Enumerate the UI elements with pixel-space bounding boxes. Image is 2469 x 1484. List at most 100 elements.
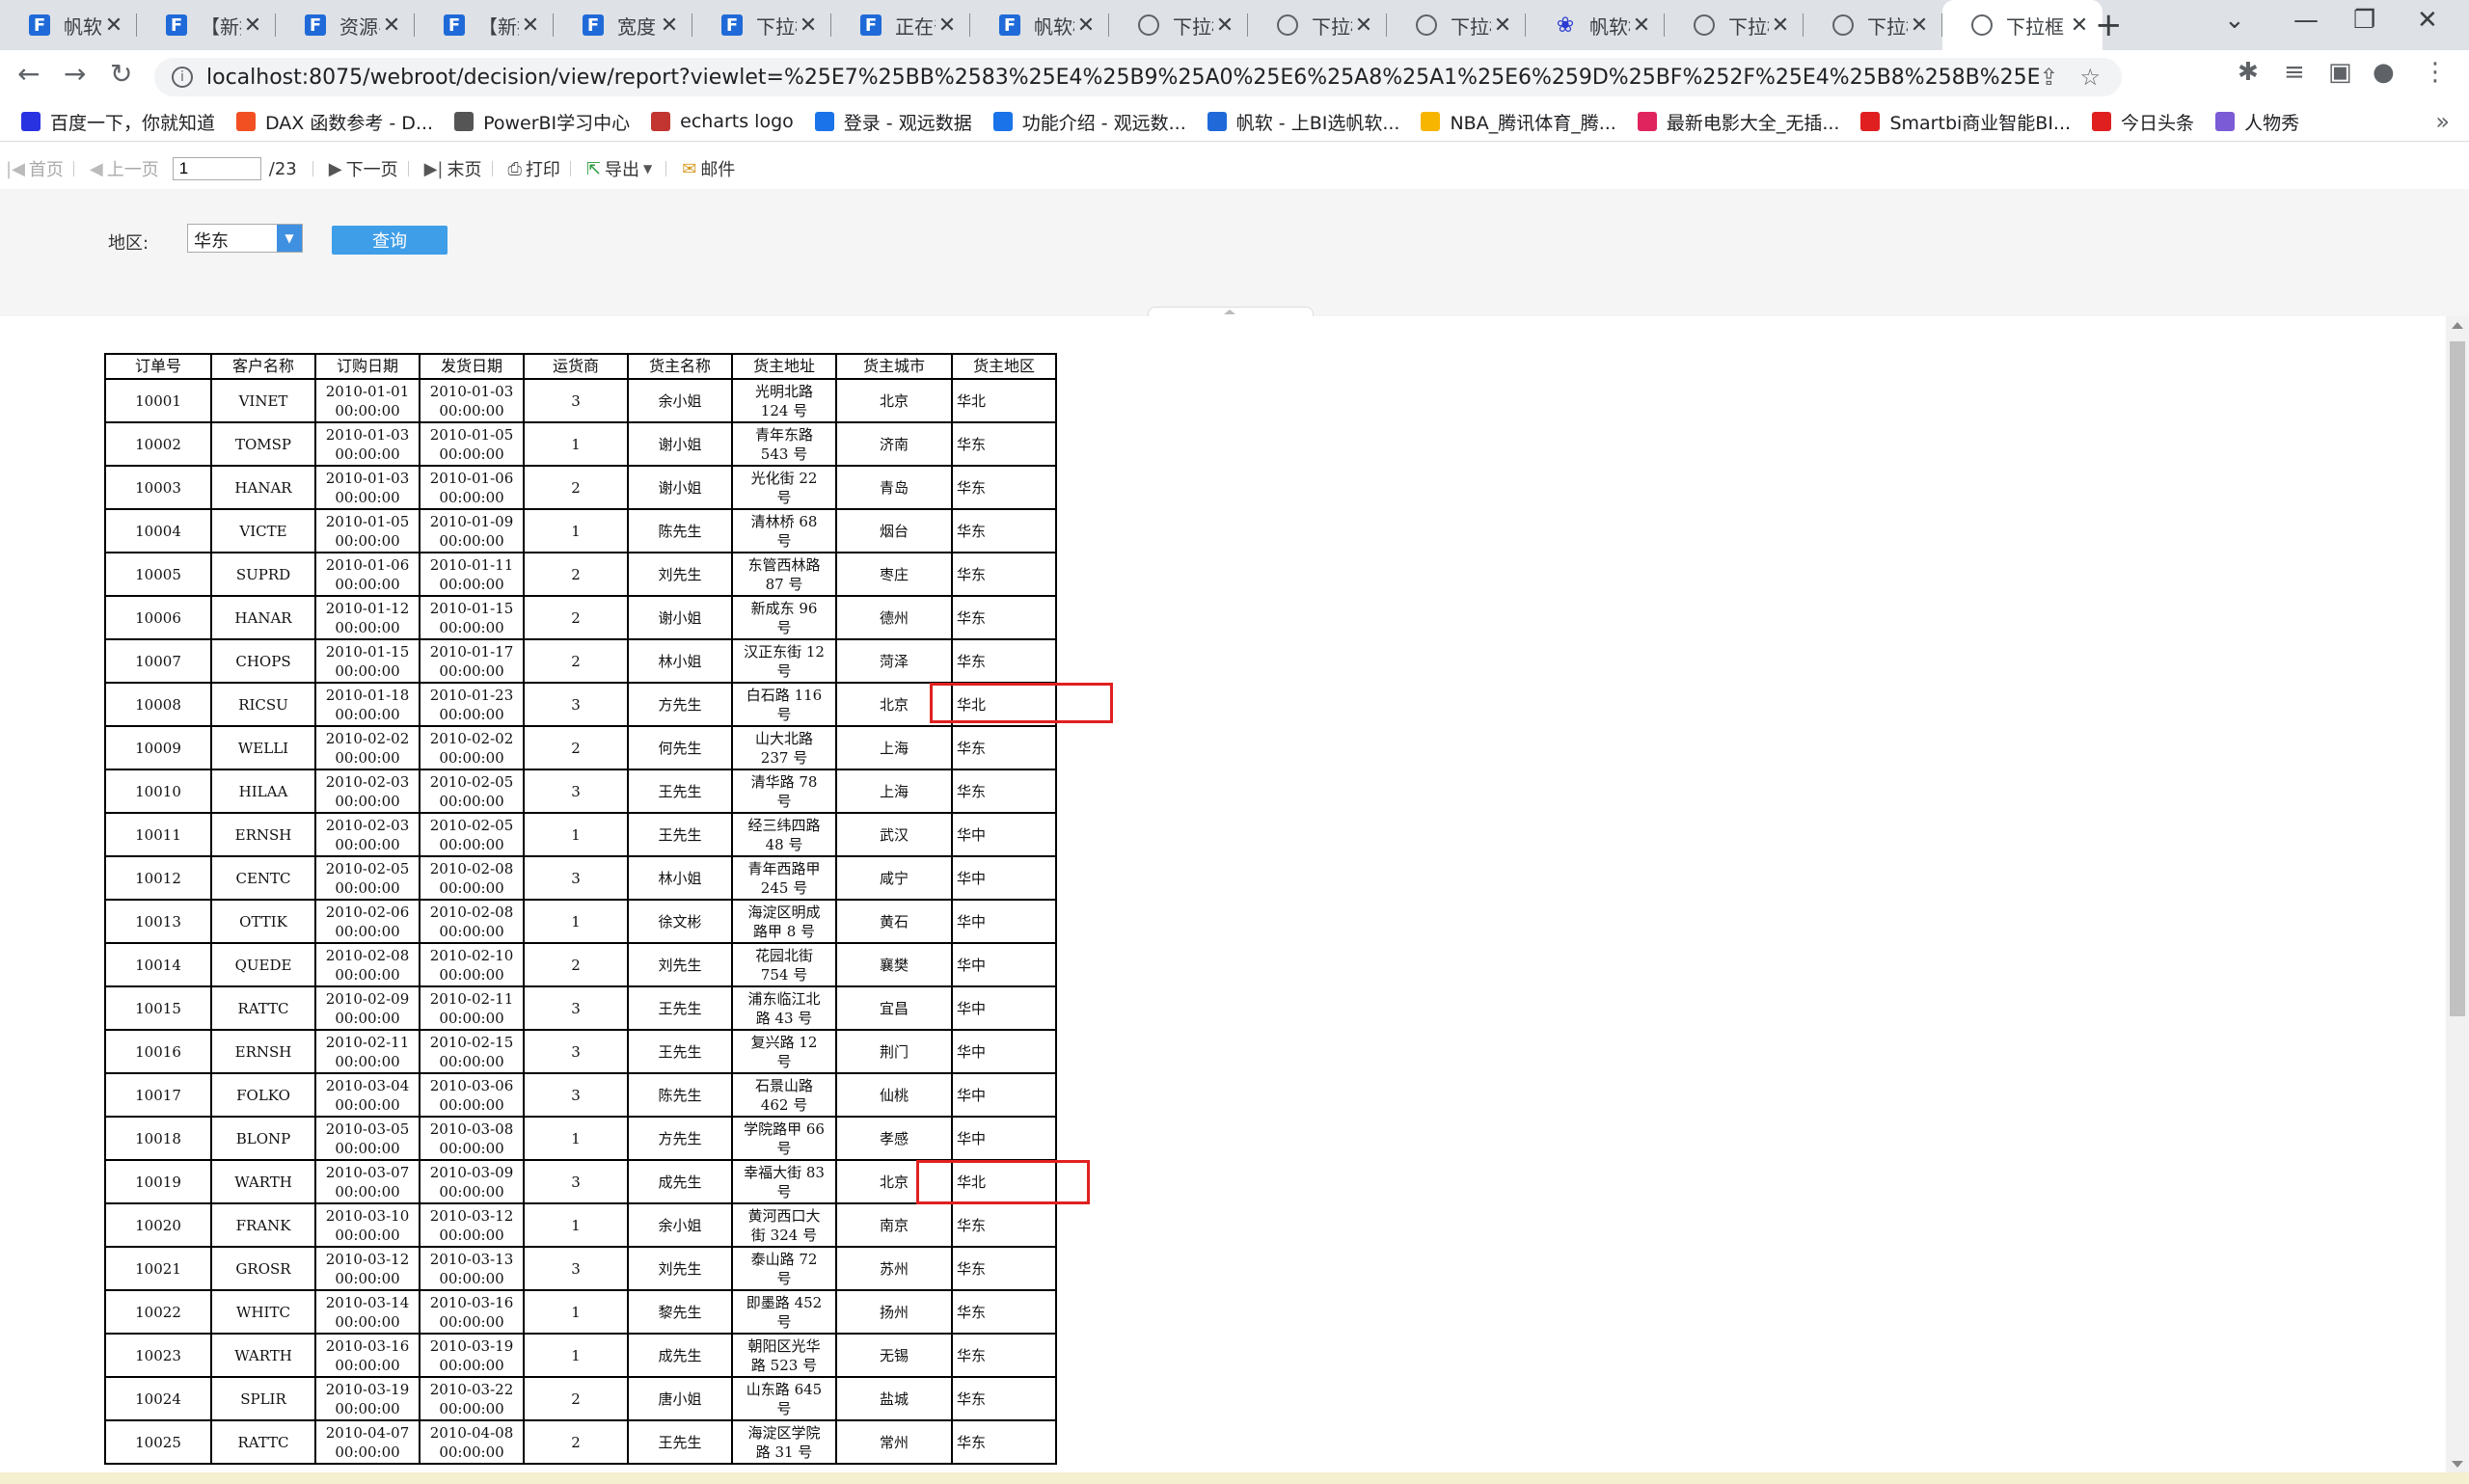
bookmark-item[interactable]: 帆软 - 上BI选帆软... [1207,109,1399,135]
close-tab-icon[interactable]: ✕ [658,13,681,38]
tab-4[interactable]: F 【新提✕ [415,0,554,50]
close-window-button[interactable]: ✕ [2417,6,2438,35]
tab-12[interactable]: ❀ 帆软框✕ [1526,0,1665,50]
cell-text: 咸宁 [879,869,909,887]
cell-text: 余小姐 [658,1216,702,1234]
close-tab-icon[interactable]: ✕ [102,13,125,38]
back-icon[interactable]: ← [17,58,40,90]
region-select[interactable]: 华东 ▼ [187,224,303,253]
close-tab-icon[interactable]: ✕ [1630,13,1653,38]
address-bar[interactable]: i localhost:8075/webroot/decision/view/r… [154,58,2122,96]
scroll-down-icon[interactable] [2452,1461,2463,1468]
tab-5[interactable]: F 宽度· ✕ [554,0,692,50]
tab-search-icon[interactable]: ⌄ [2224,6,2245,35]
close-tab-icon[interactable]: ✕ [797,13,820,38]
bookmark-item[interactable]: 最新电影大全_无插... [1637,109,1839,135]
cell-text: 华东 [957,435,987,453]
bookmark-item[interactable]: 今日头条 [2092,109,2194,135]
cell-text: 华东 [957,782,987,800]
mail-button[interactable]: ✉ 邮件 [682,156,735,181]
tab-1[interactable]: F 帆软 ✕ [0,0,137,50]
tab-6[interactable]: F 下拉框✕ [692,0,831,50]
close-tab-icon[interactable]: ✕ [1352,13,1375,38]
media-icon[interactable]: ≡ [2284,58,2305,87]
new-tab-button[interactable]: + [2095,6,2123,44]
cell-text: 10015 [135,999,181,1017]
page-total: /23 [268,158,297,179]
minimize-button[interactable]: — [2293,6,2319,35]
table-cell: 2010-01-23 00:00:00 [419,682,525,727]
close-tab-icon[interactable]: ✕ [1491,13,1514,38]
forward-icon[interactable]: → [64,58,86,90]
bookmarks-overflow-icon[interactable]: » [2435,108,2450,135]
scroll-up-icon[interactable] [2452,322,2463,329]
bookmark-item[interactable]: 登录 - 观远数据 [814,109,972,135]
close-tab-icon[interactable]: ✕ [380,13,403,38]
side-panel-icon[interactable]: ▣ [2328,58,2352,87]
table-cell: 2010-02-05 00:00:00 [419,769,525,814]
page-number-input[interactable] [172,157,261,180]
export-button[interactable]: ⇱ 导出 ▼ [586,156,656,181]
share-icon[interactable]: ⇪ [2039,64,2058,91]
bookmark-star-icon[interactable]: ☆ [2079,64,2101,91]
bookmark-item[interactable]: PowerBI学习中心 [454,109,630,135]
cell-text: 光明北路 [754,382,813,400]
bookmark-item[interactable]: NBA_腾讯体育_腾... [1421,109,1616,135]
cell-text: 10002 [135,435,181,453]
cell-text: 00:00:00 [335,792,400,810]
last-page-button[interactable]: ▶| 末页 [424,156,482,181]
query-button[interactable]: 查询 [332,226,448,255]
cell-text: 2010-04-07 [325,1423,410,1442]
cell-text: 枣庄 [879,565,909,583]
close-tab-icon[interactable]: ✕ [519,13,542,38]
first-page-button[interactable]: |◀ 首页 [6,156,64,181]
menu-kebab-icon[interactable]: ⋮ [2423,58,2448,87]
extensions-icon[interactable]: ✱ [2238,58,2259,87]
table-cell: 泰山路 72 号 [731,1246,837,1291]
tab-14[interactable]: 下拉框✕ [1804,0,1942,50]
print-button[interactable]: ⎙ 打印 [508,156,560,181]
tab-13[interactable]: 下拉框✕ [1665,0,1804,50]
prev-page-button[interactable]: ◀ 上一页 [90,156,159,181]
close-tab-icon[interactable]: ✕ [1213,13,1236,38]
vertical-scrollbar[interactable] [2446,316,2469,1473]
cell-text: 2010-02-08 [429,903,514,921]
site-info-icon[interactable]: i [172,67,193,88]
bookmark-item[interactable]: 百度一下，你就知道 [21,109,215,135]
close-tab-icon[interactable]: ✕ [1074,13,1098,38]
next-page-button[interactable]: ▶ 下一页 [329,156,398,181]
close-tab-icon[interactable]: ✕ [1908,13,1931,38]
close-tab-icon[interactable]: ✕ [936,13,959,38]
cell-text: 2 [571,1433,581,1451]
restore-button[interactable]: ❐ [2353,6,2375,35]
bookmark-item[interactable]: DAX 函数参考 - D... [236,109,433,135]
tab-9[interactable]: 下拉框✕ [1109,0,1248,50]
tab-11[interactable]: 下拉框✕ [1387,0,1526,50]
tab-15[interactable]: 下拉框 ✕ [1942,0,2103,50]
scroll-thumb[interactable] [2450,341,2465,1016]
table-row: 10009 WELLI 2010-02-02 00:00:00 2010-02-02 00… [104,725,1057,770]
tab-8[interactable]: F 帆软框✕ [970,0,1109,50]
export-icon: ⇱ [585,158,601,179]
cell-text: 朝阳区光华 [747,1336,821,1355]
table-cell: 余小姐 [627,378,733,423]
tab-10[interactable]: 下拉框✕ [1248,0,1387,50]
tab-2[interactable]: F 【新提✕ [137,0,276,50]
close-tab-icon[interactable]: ✕ [1769,13,1792,38]
table-cell: 2010-02-08 00:00:00 [419,855,525,901]
cell-text: 华中 [957,999,987,1017]
table-cell: 1 [523,899,629,944]
bookmark-item[interactable]: Smartbi商业智能BI... [1860,109,2071,135]
tab-7[interactable]: F 正在部✕ [831,0,970,50]
address-url[interactable]: localhost:8075/webroot/decision/view/rep… [206,66,2039,90]
dropdown-arrow-icon[interactable]: ▼ [277,225,302,252]
close-tab-icon[interactable]: ✕ [241,13,264,38]
close-tab-icon[interactable]: ✕ [2068,13,2091,38]
reload-icon[interactable]: ↻ [110,58,132,90]
bookmark-item[interactable]: 功能介绍 - 观远数... [992,109,1186,135]
bookmark-item[interactable]: echarts logo [651,111,794,132]
tab-3[interactable]: F 资源导✕ [276,0,415,50]
chevron-down-icon: ▼ [643,162,653,175]
bookmark-item[interactable]: 人物秀 [2215,109,2299,135]
profile-avatar[interactable]: ● [2373,58,2395,87]
